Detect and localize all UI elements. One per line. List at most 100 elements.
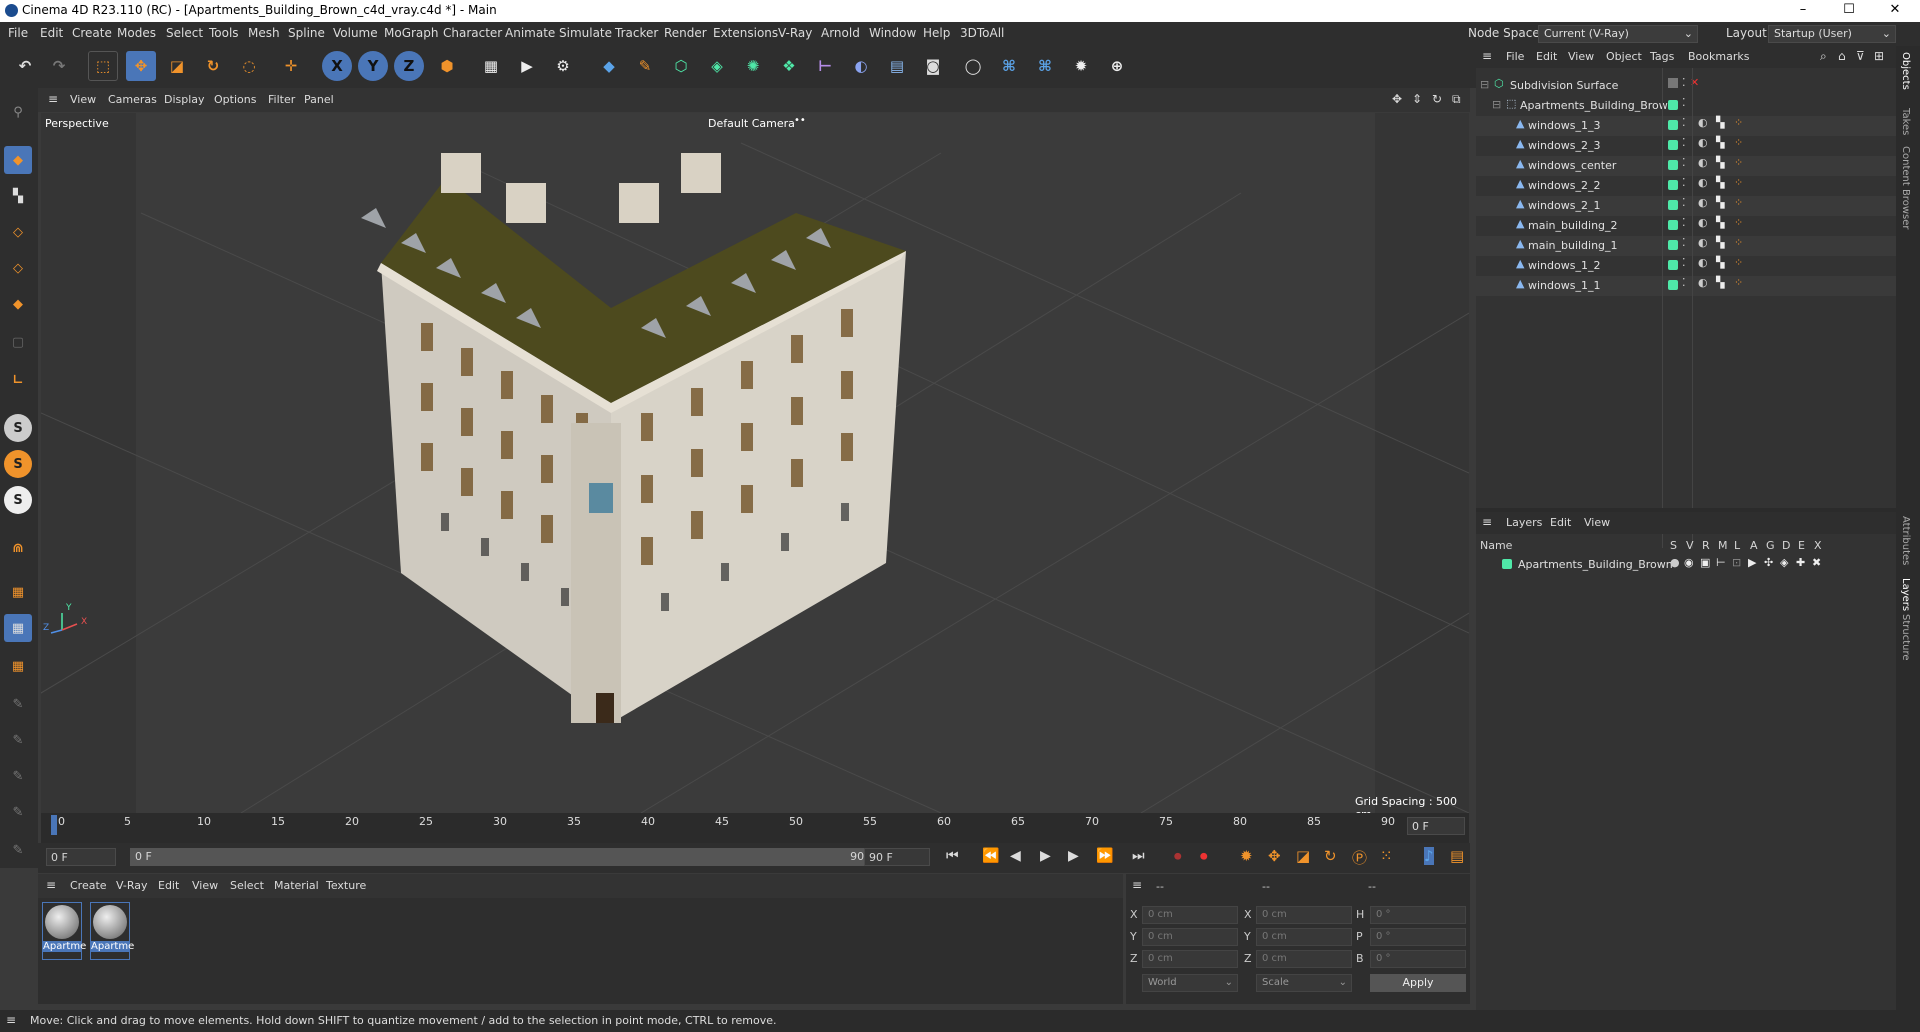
uvw-tag-icon[interactable]: ⁘ [1734,176,1743,189]
hamburger-icon[interactable]: ≡ [1482,515,1492,529]
menu-modes[interactable]: Modes [117,26,156,40]
layer-row[interactable]: Apartments_Building_Brown ● ◉ ▣ ⊢ ⊡ ▶ ✣ … [1476,554,1896,574]
dots-icon[interactable]: ⁚ [1682,196,1686,209]
expand-icon[interactable]: ⊟ [1492,98,1501,111]
extrude-icon[interactable]: ◈ [702,51,732,81]
expand-icon[interactable]: ⊟ [1480,78,1489,91]
texture-tag-icon[interactable]: ▚ [1716,156,1724,169]
dots-icon[interactable]: ⁚ [1682,96,1686,109]
texture-tag-icon[interactable]: ▚ [1716,216,1724,229]
coord-size-y-field[interactable]: 0 cm [1256,928,1352,946]
object-row[interactable]: ▲ windows_2_3 ⁚ ◐ ▚ ⁘ [1476,136,1896,156]
viewport-menu-options[interactable]: Options [214,93,256,106]
generators-icon[interactable]: ✣ [1764,556,1773,569]
grid-icon[interactable]: ▦ [4,614,32,642]
menu-3dtoall[interactable]: 3DToAll [960,26,1004,40]
field-icon[interactable]: ◐ [846,51,876,81]
material-swatch[interactable]: Apartme [90,902,134,960]
material-tag-icon[interactable]: ◐ [1698,256,1708,269]
material-tag-icon[interactable]: ◐ [1698,156,1708,169]
coord-rot-b-field[interactable]: 0 ° [1370,950,1466,968]
autokey-icon[interactable]: ⏺ [1200,847,1208,865]
dots-icon[interactable]: ⁚ [1682,116,1686,129]
layer-color-icon[interactable] [1668,280,1678,290]
object-row[interactable]: ▲ windows_1_3 ⁚ ◐ ▚ ⁘ [1476,116,1896,136]
axis-mode-icon[interactable]: ∟ [4,366,32,394]
material-menu-edit[interactable]: Edit [158,879,179,892]
apply-button[interactable]: Apply [1370,974,1466,992]
snap-icon[interactable]: S [4,414,32,442]
object-row[interactable]: ▲ main_building_2 ⁚ ◐ ▚ ⁘ [1476,216,1896,236]
timeline-ruler[interactable]: 0 5 10 15 20 25 30 35 40 45 50 55 60 65 … [41,813,1469,843]
texture-tag-icon[interactable]: ▚ [1716,116,1724,129]
tab-layers[interactable]: Layers [1900,578,1911,611]
locked-workplane-icon[interactable]: ▦ [4,652,32,680]
transform-tool-icon[interactable]: ◌ [234,51,264,81]
render-settings-icon[interactable]: ⚙ [548,51,578,81]
previous-frame-icon[interactable]: ◀ [1010,848,1021,864]
rotate-view-icon[interactable]: ↻ [1432,92,1442,106]
node-space-select[interactable]: Current (V-Ray) ⌄ [1538,25,1698,43]
maximize-view-icon[interactable]: ⧉ [1452,92,1461,107]
model-mode-icon[interactable]: ◆ [4,146,32,174]
material-tag-icon[interactable]: ◐ [1698,176,1708,189]
material-menu-texture[interactable]: Texture [326,879,366,892]
tab-objects[interactable]: Objects [1900,52,1911,90]
objects-menu-edit[interactable]: Edit [1536,50,1557,63]
key-parameter-icon[interactable]: Ⓟ [1352,847,1367,868]
plugin-gear-icon[interactable]: ✹ [1066,51,1096,81]
objects-menu-view[interactable]: View [1568,50,1594,63]
layer-color-icon[interactable] [1502,559,1512,569]
uvw-tag-icon[interactable]: ⁘ [1734,256,1743,269]
layer-color-icon[interactable] [1668,240,1678,250]
smooth-icon[interactable]: ✎ [4,798,32,826]
menu-extensions[interactable]: Extensions [713,26,778,40]
layers-menu-view[interactable]: View [1584,516,1610,529]
search-icon[interactable]: ⌕ [1820,49,1827,64]
frame-range-slider[interactable]: 0 F 90 F [130,848,880,866]
brush-icon[interactable]: ✎ [4,762,32,790]
viewport-menu-display[interactable]: Display [164,93,205,106]
mograph-icon[interactable]: ❖ [774,51,804,81]
close-button[interactable]: ✕ [1872,0,1918,22]
solo-icon[interactable]: ● [1670,556,1680,569]
coord-pos-z-field[interactable]: 0 cm [1142,950,1238,968]
manager-icon[interactable]: ⊢ [1716,556,1726,569]
sculpt-icon[interactable]: ✎ [4,726,32,754]
menu-edit[interactable]: Edit [40,26,63,40]
filter-icon[interactable]: ⊽ [1856,49,1865,63]
object-row-group[interactable]: ⊟ ⬚ Apartments_Building_Brown ⁚ [1476,96,1896,116]
object-row-root[interactable]: ⊟ ⬡ Subdivision Surface ⁚ ✕ [1476,76,1896,96]
cloner-icon[interactable]: ✺ [738,51,768,81]
dots-icon[interactable]: ⁚ [1682,136,1686,149]
object-row[interactable]: ▲ windows_1_1 ⁚ ◐ ▚ ⁘ [1476,276,1896,296]
objects-menu-file[interactable]: File [1506,50,1524,63]
viewport-menu-panel[interactable]: Panel [304,93,334,106]
light-icon[interactable]: ◯ [958,51,988,81]
dots-icon[interactable]: ⁚ [1682,236,1686,249]
key-pla-icon[interactable]: ⁙ [1380,847,1393,865]
uvw-tag-icon[interactable]: ⁘ [1734,196,1743,209]
material-swatch[interactable]: Apartme [42,902,86,960]
xref-icon[interactable]: ✖ [1812,556,1821,569]
menu-tracker[interactable]: Tracker [615,26,658,40]
texture-tag-icon[interactable]: ▚ [1716,276,1724,289]
go-to-end-icon[interactable]: ⏭ [1132,848,1145,864]
coord-rot-p-field[interactable]: 0 ° [1370,928,1466,946]
material-menu-create[interactable]: Create [70,879,107,892]
material-menu-view[interactable]: View [192,879,218,892]
key-position-icon[interactable]: ✥ [1268,847,1281,865]
menu-render[interactable]: Render [664,26,707,40]
end-frame-field[interactable]: 90 F [864,848,930,866]
z-axis-lock-icon[interactable]: Z [394,51,424,81]
floor-icon[interactable]: ▤ [882,51,912,81]
menu-mograph[interactable]: MoGraph [384,26,439,40]
start-frame-field[interactable]: 0 F [46,848,116,866]
layers-menu-edit[interactable]: Edit [1550,516,1571,529]
snap-3d-icon[interactable]: S [4,486,32,514]
layer-color-icon[interactable] [1668,120,1678,130]
material-tag-icon[interactable]: ◐ [1698,276,1708,289]
points-mode-icon[interactable]: ◇ [4,218,32,246]
layer-color-icon[interactable] [1668,140,1678,150]
material-tag-icon[interactable]: ◐ [1698,136,1708,149]
